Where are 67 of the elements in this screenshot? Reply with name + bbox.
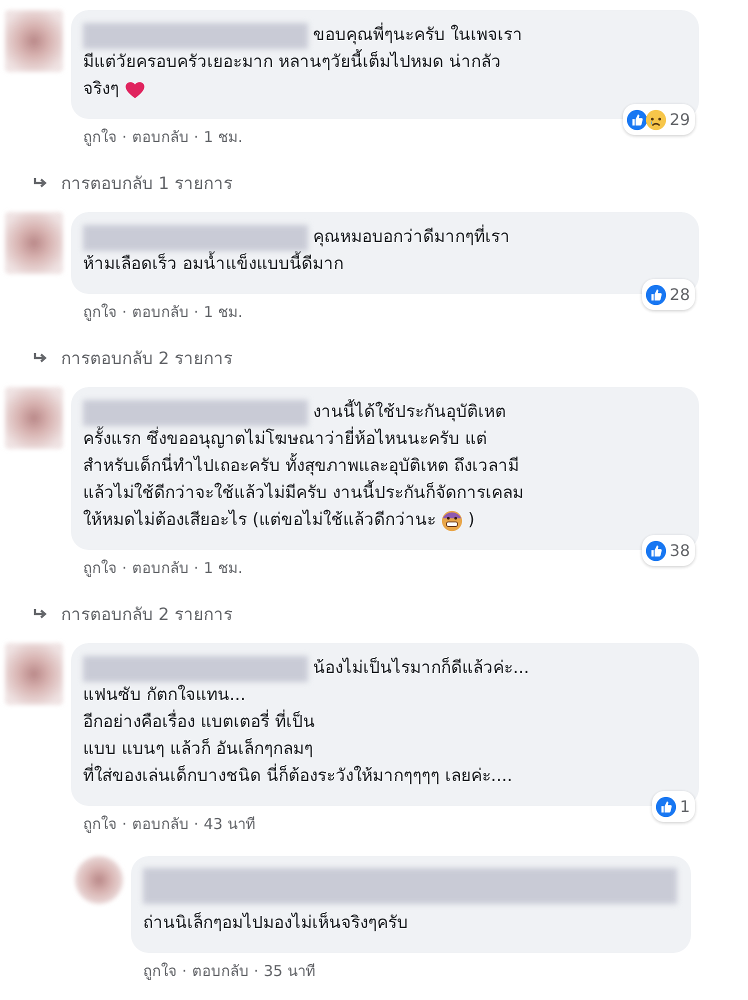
comment-text: คุณหมอบอกว่าดีมากๆที่เรา bbox=[313, 224, 510, 251]
reaction-count: 1 bbox=[680, 796, 690, 818]
reaction-count: 38 bbox=[670, 540, 690, 562]
timestamp: 1 ชม. bbox=[204, 302, 243, 323]
comment-text: จริงๆ bbox=[83, 78, 119, 101]
separator-dot: · bbox=[254, 962, 259, 980]
like-link[interactable]: ถูกใจ bbox=[83, 812, 117, 836]
reply-link[interactable]: ตอบกลับ bbox=[192, 959, 249, 983]
crying-face-icon bbox=[644, 108, 667, 130]
view-replies-link[interactable]: การตอบกลับ 2 รายการ bbox=[33, 600, 233, 627]
reply-arrow-icon bbox=[33, 352, 49, 364]
reaction-summary[interactable]: 1 bbox=[652, 791, 695, 822]
reply-link[interactable]: ตอบกลับ bbox=[132, 556, 189, 580]
like-link[interactable]: ถูกใจ bbox=[83, 556, 117, 580]
comment-text: ให้หมดไม่ต้องเสียอะไร (แต่ขอไม่ใช้แล้วดีกว่านะ bbox=[83, 508, 436, 532]
separator-dot: · bbox=[194, 559, 199, 577]
comment-text: มีแต่วัยครอบครัวเยอะมาก หลานๆวัยนี้เต็มไปหมด น่ากลัว bbox=[83, 49, 501, 76]
reaction-count: 29 bbox=[670, 109, 690, 131]
avatar[interactable] bbox=[5, 212, 63, 274]
avatar[interactable] bbox=[5, 10, 63, 72]
separator-dot: · bbox=[182, 962, 187, 980]
view-replies-link[interactable]: การตอบกลับ 2 รายการ bbox=[33, 344, 233, 371]
reply-link[interactable]: ตอบกลับ bbox=[132, 812, 189, 836]
separator-dot: · bbox=[122, 128, 127, 146]
reaction-summary[interactable]: 28 bbox=[642, 279, 695, 310]
comment-text: ถ่านนิเล็กๆอมไปมองไม่เห็นจริงๆครับ bbox=[143, 911, 408, 935]
timestamp: 1 ชม. bbox=[204, 558, 243, 579]
reply-arrow-icon bbox=[33, 176, 49, 188]
avatar[interactable] bbox=[75, 856, 123, 904]
comment-text: ครั้งแรก ซึ่งขออนุญาตไม่โฆษณาว่ายี่ห้อไหนนะครับ แต่ bbox=[83, 426, 487, 453]
separator-dot: · bbox=[122, 815, 127, 833]
like-link[interactable]: ถูกใจ bbox=[83, 300, 117, 324]
comment-text: แฟนซับ กัตกใจแทน... bbox=[83, 684, 246, 707]
comment-text: สำหรับเด็กนี่ทำไปเถอะครับ ทั้งสุขภาพและอุบัติเหต ถึงเวลามี bbox=[83, 453, 519, 480]
comment-text: อีกอย่างคือเรื่อง แบตเตอรี่ ที่เป็น bbox=[83, 709, 315, 736]
thumbs-up-icon bbox=[644, 284, 667, 306]
comment-text: แล้วไม่ใช้ดีกว่าจะใช้แล้วไม่มีครับ งานนี้ประกันก็จัดการเคลม bbox=[83, 480, 524, 507]
reaction-summary[interactable]: 38 bbox=[642, 535, 695, 566]
comment-text: ที่ใส่ของเล่นเด็กบางชนิด นี่ก็ต้องระวังให้มากๆๆๆๆ เลยค่ะ.... bbox=[83, 763, 512, 790]
reply-link[interactable]: ตอบกลับ bbox=[132, 300, 189, 324]
reply-arrow-icon bbox=[33, 608, 49, 620]
comment-text: แบบ แบนๆ แล้วก็ อันเล็กๆกลมๆ bbox=[83, 737, 314, 761]
thumbs-up-icon bbox=[654, 796, 677, 818]
avatar[interactable] bbox=[5, 387, 63, 449]
comment-text: น้องไม่เป็นไรมากก็ดีแล้วค่ะ... bbox=[313, 656, 530, 680]
avatar[interactable] bbox=[5, 643, 63, 705]
separator-dot: · bbox=[194, 128, 199, 146]
reply-link[interactable]: ตอบกลับ bbox=[132, 125, 189, 149]
reaction-count: 28 bbox=[670, 284, 690, 306]
separator-dot: · bbox=[122, 559, 127, 577]
grimacing-face-icon bbox=[441, 510, 464, 532]
separator-dot: · bbox=[122, 303, 127, 321]
timestamp: 1 ชม. bbox=[204, 127, 243, 148]
timestamp: 35 นาที bbox=[264, 961, 316, 982]
comment-text: ) bbox=[468, 509, 475, 532]
comment-text: งานนี้ได้ใช้ประกันอุบัติเหต bbox=[313, 399, 506, 426]
comment-text: ห้ามเลือดเร็ว อมน้ำแข็งแบบนี้ดีมาก bbox=[83, 251, 344, 278]
view-replies-link[interactable]: การตอบกลับ 1 รายการ bbox=[33, 169, 233, 196]
thumbs-up-icon bbox=[626, 108, 648, 130]
separator-dot: · bbox=[194, 303, 199, 321]
timestamp: 43 นาที bbox=[204, 814, 256, 835]
thumbs-up-icon bbox=[644, 540, 667, 562]
separator-dot: · bbox=[194, 815, 199, 833]
like-link[interactable]: ถูกใจ bbox=[83, 125, 117, 149]
reaction-summary[interactable]: 29 bbox=[622, 104, 695, 135]
comment-text: ขอบคุณพี่ๆนะครับ ในเพจเรา bbox=[313, 22, 522, 49]
like-link[interactable]: ถูกใจ bbox=[143, 959, 177, 983]
